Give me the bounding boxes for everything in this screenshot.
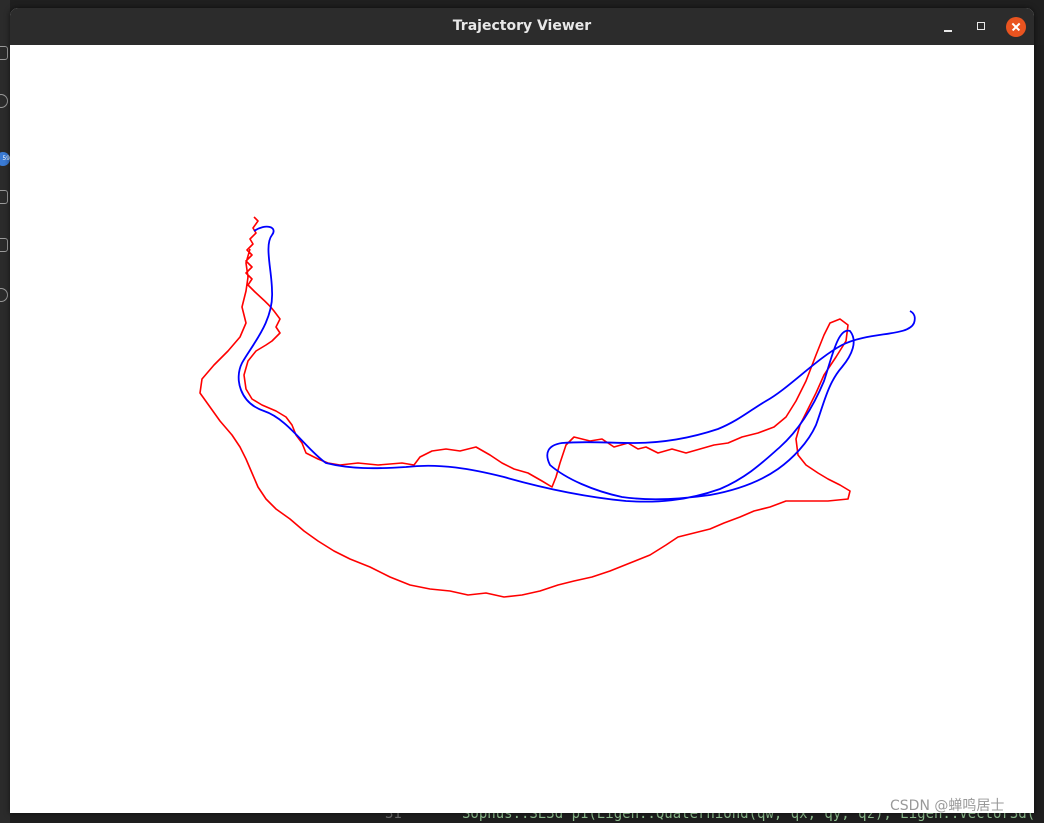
trajectory-canvas[interactable] [10,45,1034,813]
maximize-button[interactable] [972,17,992,37]
ground-truth-trajectory [199,216,851,598]
trajectory-plot [199,216,916,598]
notification-badge: 59 [0,152,10,166]
background-editor-code-line: 31 Sophus::SE3d p1(Eigen::Quaterniond(qw… [10,812,1034,823]
estimated-trajectory [237,225,916,503]
background-editor-code-edge [1034,45,1044,823]
window-title: Trajectory Viewer [452,18,592,34]
trajectory-viewer-window: Trajectory Viewer [10,8,1034,813]
settings-icon [0,288,8,302]
minimize-button[interactable] [938,17,958,37]
close-button[interactable] [1006,17,1026,37]
line-number: 31 [385,812,402,822]
watermark: CSDN @蝉鸣居士 [890,798,1005,814]
title-bar[interactable]: Trajectory Viewer [10,8,1034,45]
background-editor-sidebar: 59 [0,0,10,823]
extensions-icon [0,238,8,252]
run-icon [0,190,8,204]
file-icon [0,46,8,60]
search-icon [0,94,8,108]
